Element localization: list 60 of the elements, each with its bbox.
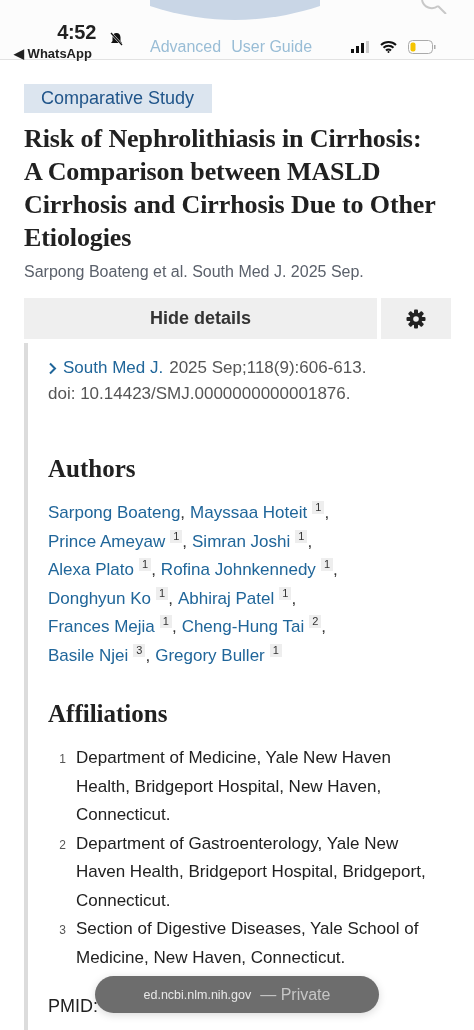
author-link[interactable]: Cheng-Hung Tai [181,613,305,642]
citation-text: 2025 Sep;118(9):606-613. [169,357,367,379]
comma: , [291,587,297,610]
affiliation-number: 1 [58,751,66,768]
author-link[interactable]: Sarpong Boateng [48,499,181,528]
muted-bell-icon [110,32,123,46]
comma: , [180,502,186,524]
author-link[interactable]: Simran Joshi [192,527,291,556]
affiliation-number[interactable]: 1 [320,558,333,571]
comma: , [151,559,156,581]
comma: , [171,616,177,638]
affiliation-number[interactable]: 2 [309,615,322,628]
comma: , [182,530,188,553]
status-time: 4:52 [57,20,96,44]
comma: , [168,587,173,610]
affiliation-text: Section of Digestive Diseases, Yale School of Medicine, New Haven, Connecticut. [76,918,420,969]
author-link[interactable]: Gregory Buller [155,641,265,670]
comma: , [307,530,313,553]
affiliation-number[interactable]: 1 [295,529,308,543]
address-url: ed.ncbi.nlm.nih.gov [143,987,252,1002]
affiliation-text: Department of Gastroenterology, Yale New Haven Health, Bridgeport Hospital, Bridgeport, Connecticut. [76,832,427,912]
author-link[interactable]: Rofina Johnkennedy [160,556,316,585]
author-link[interactable]: Abhiraj Patel [177,584,275,613]
article-title: Risk of Nephrolithiasis in Cirrhosis: A Comparison between MASLD Cirrhosis and Cirrhosis Due to Other Etiologies [24,123,436,254]
author-link[interactable]: Frances Mejia [48,613,155,642]
affiliation-number[interactable]: 1 [139,558,152,571]
back-to-app-link[interactable]: ◀ WhatsApp [14,46,92,61]
affiliations-heading: Affiliations [48,700,169,728]
publication-type-tag[interactable]: Comparative Study [24,84,213,113]
comma: , [324,502,330,524]
author-link[interactable]: Donghyun Ko [48,584,152,613]
chevron-right-icon [48,361,57,375]
author-link[interactable]: Mayssaa Hoteit [190,499,308,528]
settings-button[interactable] [381,298,451,339]
doi-text: doi: 10.14423/SMJ.0000000000001876. [48,383,352,405]
author-link[interactable]: Basile Njei [48,641,129,670]
comma: , [321,616,327,638]
affiliation-number[interactable]: 1 [159,615,172,628]
signal-icon [351,40,369,53]
affiliation-number[interactable]: 1 [156,586,169,600]
hide-details-button[interactable]: Hide details [24,298,377,339]
affiliation-number[interactable]: 1 [269,643,282,657]
affiliation-number[interactable]: 1 [312,501,325,514]
journal-link[interactable]: South Med J. [63,355,164,381]
authors-heading: Authors [48,455,137,483]
author-link[interactable]: Alexa Plato [48,556,134,585]
affiliation-number: 2 [58,836,66,854]
affiliation-text: Department of Medicine, Yale New Haven Health, Bridgeport Hospital, New Haven, Connecticut. [76,747,392,826]
settings-icon [406,308,426,329]
short-citation: Sarpong Boateng et al. South Med J. 2025 Sep. [24,263,365,281]
affiliation-number: 3 [58,922,66,939]
affiliation-number[interactable]: 1 [170,529,183,543]
affiliation-number[interactable]: 1 [279,586,292,600]
affiliation-number[interactable]: 3 [133,643,146,657]
comma: , [145,644,151,667]
wifi-icon [380,40,397,53]
battery-icon [408,39,436,54]
author-link[interactable]: Prince Ameyaw [48,527,166,556]
comma: , [333,559,338,581]
private-label: — Private [260,985,331,1004]
